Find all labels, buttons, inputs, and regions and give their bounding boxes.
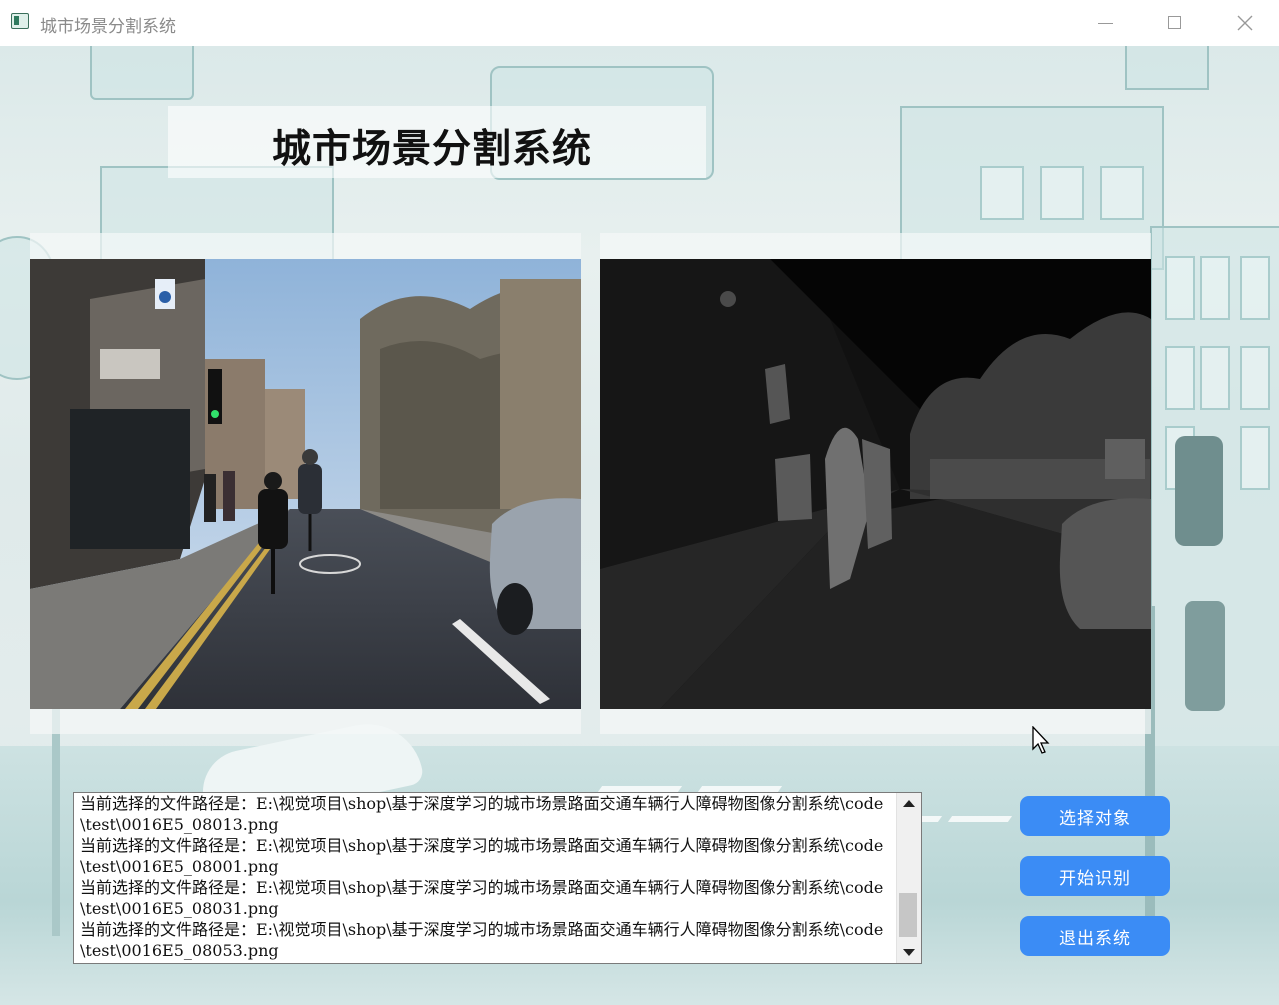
scroll-down-arrow-icon[interactable] [897, 941, 921, 963]
original-image [30, 259, 581, 709]
minimize-button[interactable] [1083, 8, 1127, 38]
page-title: 城市场景分割系统 [272, 127, 593, 172]
window-titlebar: 城市场景分割系统 [0, 0, 1279, 47]
log-line: 当前选择的文件路径是：E:\视觉项目\shop\基于深度学习的城市场景路面交通车… [80, 836, 884, 876]
log-scrollbar[interactable] [896, 793, 921, 963]
mouse-cursor-icon [1032, 726, 1050, 754]
select-object-button[interactable]: 选择对象 [1020, 796, 1170, 836]
exit-system-button[interactable]: 退出系统 [1020, 916, 1170, 956]
close-icon [1237, 15, 1253, 31]
log-lines: 当前选择的文件路径是：E:\视觉项目\shop\基于深度学习的城市场景路面交通车… [80, 793, 888, 963]
log-line: 当前选择的文件路径是：E:\视觉项目\shop\基于深度学习的城市场景路面交通车… [80, 920, 884, 960]
maximize-button[interactable] [1152, 8, 1196, 38]
log-line: 当前选择的文件路径是：E:\视觉项目\shop\基于深度学习的城市场景路面交通车… [80, 794, 884, 834]
scroll-thumb[interactable] [899, 893, 917, 937]
app-icon [11, 13, 29, 29]
segmentation-image [600, 259, 1151, 709]
log-textbox[interactable]: 当前选择的文件路径是：E:\视觉项目\shop\基于深度学习的城市场景路面交通车… [73, 792, 922, 964]
close-button[interactable] [1222, 8, 1266, 38]
app-background: 城市场景分割系统 当前选择的文件路径是：E:\视觉项目\shop\基于深度学习的… [0, 46, 1279, 1005]
log-line: 当前选择的文件路径是：E:\视觉项目\shop\基于深度学习的城市场景路面交通车… [80, 878, 884, 918]
start-recognition-button[interactable]: 开始识别 [1020, 856, 1170, 896]
window-title: 城市场景分割系统 [40, 17, 176, 37]
scroll-up-arrow-icon[interactable] [897, 793, 921, 815]
